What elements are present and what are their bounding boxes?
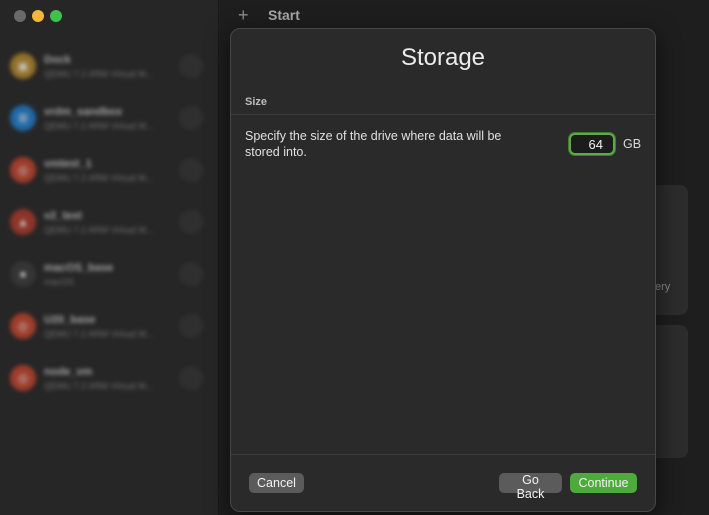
vm-text: U20_base QEMU 7.2 ARM Virtual M... bbox=[44, 314, 153, 339]
vm-text: node_vm QEMU 7.2 ARM Virtual M... bbox=[44, 366, 153, 391]
maximize-window-button[interactable] bbox=[50, 10, 62, 22]
vm-list-item[interactable]: ● macOS_base macOS bbox=[0, 248, 219, 300]
vm-list-item[interactable]: ◎ vmtest_1 QEMU 7.2 ARM Virtual M... bbox=[0, 144, 219, 196]
page-title: Start bbox=[268, 7, 300, 23]
windows-icon: ⊞ bbox=[10, 105, 36, 131]
section-label: Size bbox=[245, 96, 268, 108]
vm-name: v2_test bbox=[44, 209, 82, 222]
play-icon[interactable] bbox=[179, 314, 203, 338]
vm-subtitle: QEMU 7.2 ARM Virtual M... bbox=[44, 380, 154, 391]
vm-subtitle: QEMU 7.2 ARM Virtual M... bbox=[44, 224, 154, 235]
sidebar: ▣ Dock QEMU 7.2 ARM Virtual M... ⊞ vrdm_sand… bbox=[0, 0, 219, 515]
drive-size-input[interactable] bbox=[569, 133, 615, 155]
vm-text: vmtest_1 QEMU 7.2 ARM Virtual M... bbox=[44, 158, 153, 183]
vm-name: node_vm bbox=[44, 365, 93, 378]
vm-subtitle: QEMU 7.2 ARM Virtual M... bbox=[44, 172, 154, 183]
vm-subtitle: macOS bbox=[44, 276, 75, 287]
vm-list-item[interactable]: ▲ v2_test QEMU 7.2 ARM Virtual M... bbox=[0, 196, 219, 248]
size-description: Specify the size of the drive where data… bbox=[245, 129, 502, 159]
play-icon[interactable] bbox=[179, 158, 203, 182]
vm-name: macOS_base bbox=[44, 261, 114, 274]
vm-subtitle: QEMU 7.2 ARM Virtual M... bbox=[44, 328, 154, 339]
close-window-button[interactable] bbox=[14, 10, 26, 22]
vm-name: Dock bbox=[44, 53, 71, 66]
ubuntu-icon: ◎ bbox=[10, 365, 36, 391]
vm-name: vrdm_sandbox bbox=[44, 105, 123, 118]
cancel-button[interactable]: Cancel bbox=[249, 473, 304, 493]
play-icon[interactable] bbox=[179, 106, 203, 130]
vm-list: ▣ Dock QEMU 7.2 ARM Virtual M... ⊞ vrdm_sand… bbox=[0, 40, 219, 404]
apple-icon: ● bbox=[10, 261, 36, 287]
vm-text: Dock QEMU 7.2 ARM Virtual M... bbox=[44, 54, 153, 79]
divider bbox=[231, 454, 655, 455]
go-back-button[interactable]: Go Back bbox=[499, 473, 562, 501]
vm-list-item[interactable]: ⊞ vrdm_sandbox QEMU 7.2 ARM Virtual M... bbox=[0, 92, 219, 144]
play-icon[interactable] bbox=[179, 54, 203, 78]
continue-button[interactable]: Continue bbox=[570, 473, 637, 493]
size-unit: GB bbox=[623, 137, 642, 151]
add-vm-icon[interactable]: + bbox=[238, 5, 249, 26]
divider bbox=[231, 114, 655, 115]
vm-text: macOS_base macOS bbox=[44, 262, 113, 287]
play-icon[interactable] bbox=[179, 262, 203, 286]
vm-list-item[interactable]: ◎ U20_base QEMU 7.2 ARM Virtual M... bbox=[0, 300, 219, 352]
vm-text: vrdm_sandbox QEMU 7.2 ARM Virtual M... bbox=[44, 106, 153, 131]
minimize-window-button[interactable] bbox=[32, 10, 44, 22]
storage-dialog: Storage Size Specify the size of the dri… bbox=[230, 28, 656, 512]
window-controls bbox=[14, 10, 62, 22]
vm-text: v2_test QEMU 7.2 ARM Virtual M... bbox=[44, 210, 153, 235]
vm-list-item[interactable]: ▣ Dock QEMU 7.2 ARM Virtual M... bbox=[0, 40, 219, 92]
ubuntu-icon: ◎ bbox=[10, 313, 36, 339]
ubuntu-icon: ◎ bbox=[10, 157, 36, 183]
play-icon[interactable] bbox=[179, 210, 203, 234]
vm-list-item[interactable]: ◎ node_vm QEMU 7.2 ARM Virtual M... bbox=[0, 352, 219, 404]
vm-name: U20_base bbox=[44, 313, 96, 326]
gallery-label: ery bbox=[655, 281, 671, 293]
vm-subtitle: QEMU 7.2 ARM Virtual M... bbox=[44, 68, 154, 79]
vm-subtitle: QEMU 7.2 ARM Virtual M... bbox=[44, 120, 154, 131]
redhat-icon: ▲ bbox=[10, 209, 36, 235]
play-icon[interactable] bbox=[179, 366, 203, 390]
box-icon: ▣ bbox=[10, 53, 36, 79]
dialog-title: Storage bbox=[400, 44, 486, 71]
vm-name: vmtest_1 bbox=[44, 157, 92, 170]
